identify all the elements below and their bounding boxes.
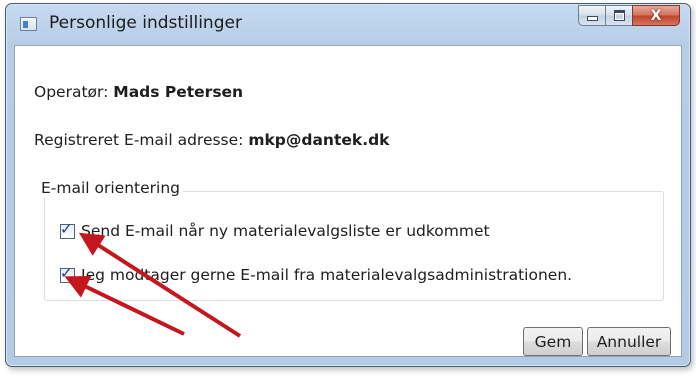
cancel-button[interactable]: Annuller — [587, 327, 671, 356]
checkmark-icon: ✓ — [60, 263, 73, 282]
operator-label: Operatør: — [34, 83, 109, 101]
email-address: mkp@dantek.dk — [248, 131, 390, 149]
group-title: E-mail orientering — [38, 179, 184, 197]
option-admin-mail[interactable]: ✓ Jeg modtager gerne E-mail fra material… — [60, 264, 572, 284]
operator-name: Mads Petersen — [113, 83, 244, 101]
caption-buttons: X — [578, 5, 680, 26]
maximize-button[interactable] — [605, 5, 632, 26]
maximize-icon — [613, 10, 625, 21]
close-button[interactable]: X — [632, 5, 680, 26]
new-list-checkbox[interactable]: ✓ — [60, 220, 75, 239]
close-icon: X — [650, 7, 662, 24]
option-new-list[interactable]: ✓ Send E-mail når ny materialevalgsliste… — [60, 220, 490, 240]
admin-mail-label[interactable]: Jeg modtager gerne E-mail fra materialev… — [81, 266, 572, 284]
title-bar[interactable]: Personlige indstillinger X — [6, 4, 690, 44]
email-notification-group — [44, 191, 664, 301]
minimize-icon — [586, 16, 598, 21]
operator-row: Operatør: Mads Petersen — [34, 83, 243, 101]
dialog-content: Operatør: Mads Petersen Registreret E-ma… — [14, 45, 682, 357]
admin-mail-checkbox[interactable]: ✓ — [60, 264, 75, 283]
minimize-button[interactable] — [578, 5, 605, 26]
dialog-window: Personlige indstillinger X Operatør: Mad… — [5, 3, 691, 367]
checkmark-icon: ✓ — [60, 219, 73, 238]
email-label: Registreret E-mail adresse: — [34, 131, 244, 149]
new-list-label[interactable]: Send E-mail når ny materialevalgsliste e… — [81, 222, 490, 240]
window-app-icon — [20, 17, 37, 31]
save-button[interactable]: Gem — [523, 327, 583, 356]
email-row: Registreret E-mail adresse: mkp@dantek.d… — [34, 131, 390, 149]
window-title: Personlige indstillinger — [49, 13, 242, 33]
